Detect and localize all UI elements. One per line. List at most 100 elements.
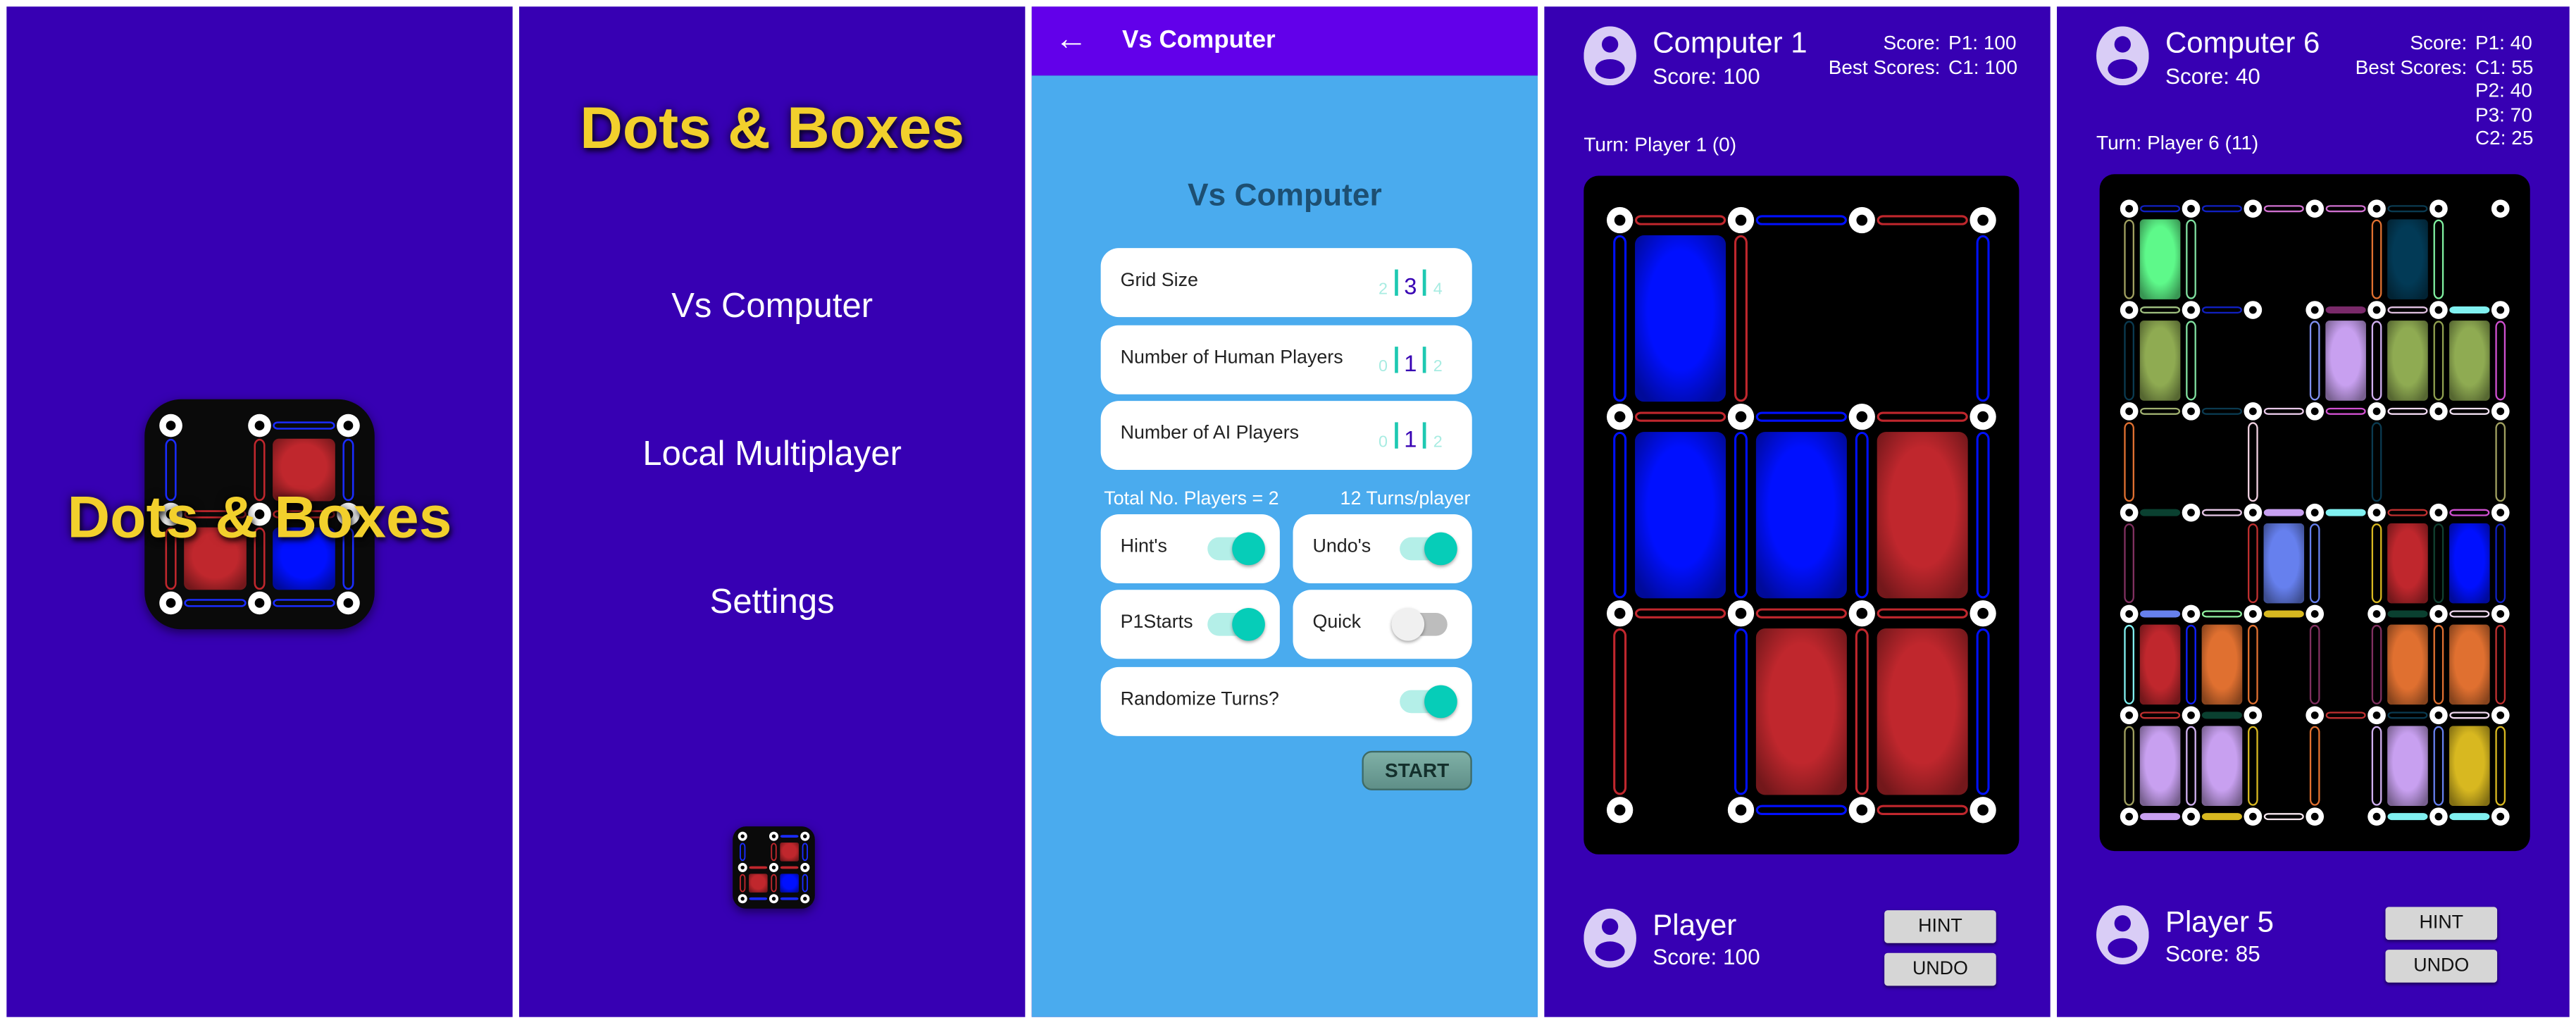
- drawn-line[interactable]: [1755, 411, 1847, 422]
- drawn-line[interactable]: [2309, 624, 2320, 704]
- drawn-line[interactable]: [2309, 726, 2320, 806]
- drawn-line[interactable]: [740, 874, 746, 893]
- drawn-line[interactable]: [2124, 422, 2134, 502]
- drawn-line[interactable]: [802, 843, 809, 862]
- drawn-line[interactable]: [2309, 523, 2320, 604]
- drawn-line[interactable]: [771, 843, 777, 862]
- drawn-line[interactable]: [2449, 712, 2490, 719]
- drawn-line[interactable]: [2387, 610, 2428, 618]
- drawn-line[interactable]: [2371, 726, 2382, 806]
- back-arrow-icon[interactable]: ←: [1054, 21, 1088, 59]
- grid-size-selector[interactable]: 234: [1375, 266, 1445, 299]
- drawn-line[interactable]: [780, 897, 799, 900]
- drawn-line[interactable]: [2263, 509, 2304, 516]
- drawn-line[interactable]: [1755, 608, 1847, 619]
- drawn-line[interactable]: [1634, 411, 1726, 422]
- drawn-line[interactable]: [780, 835, 799, 838]
- drawn-line[interactable]: [1634, 215, 1726, 225]
- drawn-line[interactable]: [2201, 306, 2242, 314]
- drawn-line[interactable]: [1877, 608, 1968, 619]
- drawn-line[interactable]: [2140, 610, 2181, 618]
- drawn-line[interactable]: [2263, 407, 2304, 415]
- drawn-line[interactable]: [2309, 321, 2320, 401]
- undo-button[interactable]: UNDO: [2385, 950, 2498, 983]
- drawn-line[interactable]: [2449, 813, 2490, 821]
- ai-players-selector[interactable]: 012: [1375, 419, 1445, 452]
- drawn-line[interactable]: [2433, 523, 2444, 604]
- drawn-line[interactable]: [2186, 726, 2196, 806]
- drawn-line[interactable]: [2201, 712, 2242, 719]
- drawn-line[interactable]: [2186, 624, 2196, 704]
- drawn-line[interactable]: [1734, 235, 1748, 402]
- option[interactable]: 2: [1430, 434, 1445, 452]
- drawn-line[interactable]: [2325, 306, 2366, 314]
- drawn-line[interactable]: [1855, 431, 1869, 599]
- drawn-line[interactable]: [2371, 624, 2382, 704]
- drawn-line[interactable]: [2263, 813, 2304, 821]
- drawn-line[interactable]: [2201, 509, 2242, 516]
- drawn-line[interactable]: [2325, 205, 2366, 213]
- randomize-turns-toggle[interactable]: [1400, 685, 1457, 719]
- drawn-line[interactable]: [2449, 306, 2490, 314]
- drawn-line[interactable]: [2495, 321, 2506, 401]
- drawn-line[interactable]: [2248, 422, 2258, 502]
- hints-toggle[interactable]: [1207, 532, 1265, 566]
- drawn-line[interactable]: [2263, 610, 2304, 618]
- drawn-line[interactable]: [2387, 813, 2428, 821]
- quick-toggle[interactable]: [1391, 607, 1448, 641]
- drawn-line[interactable]: [2387, 712, 2428, 719]
- drawn-line[interactable]: [273, 599, 335, 607]
- hint-button[interactable]: HINT: [2385, 907, 2498, 940]
- drawn-line[interactable]: [1734, 431, 1748, 599]
- drawn-line[interactable]: [2140, 813, 2181, 821]
- drawn-line[interactable]: [2449, 610, 2490, 618]
- drawn-line[interactable]: [2325, 407, 2366, 415]
- drawn-line[interactable]: [2325, 712, 2366, 719]
- drawn-line[interactable]: [2449, 407, 2490, 415]
- drawn-line[interactable]: [1976, 235, 1990, 402]
- drawn-line[interactable]: [2201, 407, 2242, 415]
- drawn-line[interactable]: [273, 421, 335, 430]
- drawn-line[interactable]: [2433, 726, 2444, 806]
- drawn-line[interactable]: [1755, 805, 1847, 815]
- drawn-line[interactable]: [2248, 624, 2258, 704]
- drawn-line[interactable]: [740, 843, 746, 862]
- drawn-line[interactable]: [2495, 523, 2506, 604]
- drawn-line[interactable]: [2140, 509, 2181, 516]
- drawn-line[interactable]: [2201, 813, 2242, 821]
- drawn-line[interactable]: [2186, 321, 2196, 401]
- p1-starts-toggle[interactable]: [1207, 607, 1265, 641]
- drawn-line[interactable]: [2124, 321, 2134, 401]
- drawn-line[interactable]: [184, 599, 247, 607]
- drawn-line[interactable]: [2140, 205, 2181, 213]
- drawn-line[interactable]: [2433, 321, 2444, 401]
- drawn-line[interactable]: [1634, 608, 1726, 619]
- drawn-line[interactable]: [802, 874, 809, 893]
- drawn-line[interactable]: [2433, 219, 2444, 299]
- drawn-line[interactable]: [2124, 624, 2134, 704]
- drawn-line[interactable]: [1877, 215, 1968, 225]
- drawn-line[interactable]: [771, 874, 777, 893]
- drawn-line[interactable]: [2201, 205, 2242, 213]
- drawn-line[interactable]: [2433, 624, 2444, 704]
- drawn-line[interactable]: [1877, 805, 1968, 815]
- drawn-line[interactable]: [2495, 726, 2506, 806]
- drawn-line[interactable]: [1976, 628, 1990, 795]
- drawn-line[interactable]: [2371, 523, 2382, 604]
- drawn-line[interactable]: [2124, 219, 2134, 299]
- drawn-line[interactable]: [1734, 628, 1748, 795]
- drawn-line[interactable]: [749, 897, 768, 900]
- drawn-line[interactable]: [1613, 431, 1627, 599]
- human-players-selector[interactable]: 012: [1375, 343, 1445, 376]
- drawn-line[interactable]: [2387, 407, 2428, 415]
- drawn-line[interactable]: [2325, 509, 2366, 516]
- drawn-line[interactable]: [1613, 235, 1627, 402]
- drawn-line[interactable]: [2124, 523, 2134, 604]
- drawn-line[interactable]: [749, 866, 768, 869]
- drawn-line[interactable]: [2387, 509, 2428, 516]
- drawn-line[interactable]: [2140, 407, 2181, 415]
- drawn-line[interactable]: [2495, 422, 2506, 502]
- drawn-line[interactable]: [2263, 205, 2304, 213]
- drawn-line[interactable]: [2248, 523, 2258, 604]
- drawn-line[interactable]: [2387, 306, 2428, 314]
